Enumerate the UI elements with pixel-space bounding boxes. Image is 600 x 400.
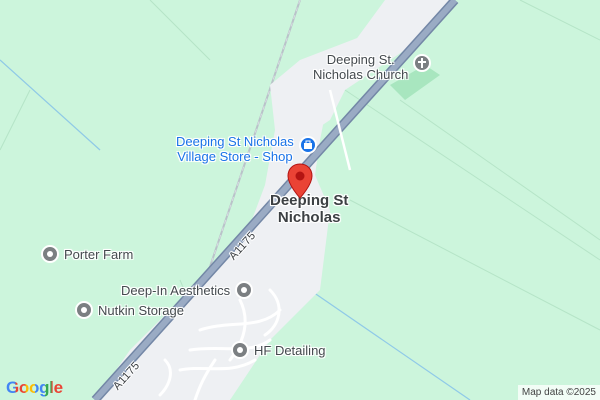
poi-village-store-label: Deeping St Nicholas Village Store - Shop bbox=[176, 134, 294, 164]
poi-church-label: Deeping St. Nicholas Church bbox=[313, 52, 408, 82]
poi-deep-in-label: Deep-In Aesthetics bbox=[121, 282, 231, 298]
map-attribution[interactable]: Map data ©2025 bbox=[517, 385, 600, 400]
poi-shop-line1: Deeping St Nicholas bbox=[176, 134, 294, 149]
google-logo[interactable]: Google bbox=[6, 378, 63, 398]
town-label-line2: Nicholas bbox=[277, 209, 341, 226]
place-icon bbox=[75, 301, 93, 319]
poi-porter-farm[interactable]: Porter Farm bbox=[41, 245, 133, 263]
map-canvas[interactable]: A1175 A1175 Deeping St. Nicholas Church … bbox=[0, 0, 600, 400]
place-icon bbox=[231, 341, 249, 359]
poi-hf-detailing[interactable]: HF Detailing bbox=[231, 341, 326, 359]
poi-hf-detailing-label: HF Detailing bbox=[254, 342, 326, 358]
poi-church-line1: Deeping St. bbox=[326, 52, 395, 67]
poi-church-line2: Nicholas Church bbox=[313, 67, 409, 82]
poi-church[interactable]: Deeping St. Nicholas Church bbox=[313, 52, 432, 82]
location-pin-icon[interactable] bbox=[287, 163, 313, 204]
poi-shop-line2: Village Store - Shop bbox=[177, 149, 293, 164]
shop-icon bbox=[298, 136, 317, 154]
poi-nutkin-storage[interactable]: Nutkin Storage bbox=[75, 301, 184, 319]
place-icon bbox=[235, 281, 254, 299]
poi-porter-farm-label: Porter Farm bbox=[64, 246, 134, 262]
poi-nutkin-label: Nutkin Storage bbox=[98, 302, 184, 318]
poi-deep-in-aesthetics[interactable]: Deep-In Aesthetics bbox=[121, 281, 254, 299]
google-logo-text: Google bbox=[6, 378, 63, 397]
cross-icon bbox=[413, 54, 432, 72]
poi-village-store[interactable]: Deeping St Nicholas Village Store - Shop bbox=[176, 134, 317, 164]
place-icon bbox=[41, 245, 59, 263]
